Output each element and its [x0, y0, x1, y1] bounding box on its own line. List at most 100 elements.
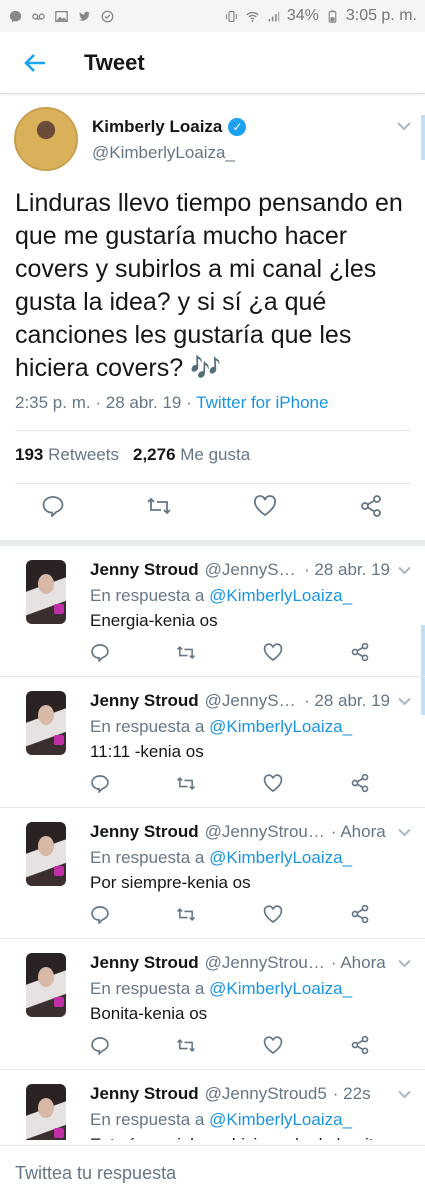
reply-author-name[interactable]: Jenny Stroud: [90, 1084, 199, 1104]
retweet-button[interactable]: [176, 1035, 196, 1055]
reply-author-handle[interactable]: @JennySt…: [205, 560, 298, 580]
reply-avatar[interactable]: [26, 953, 66, 1017]
author-avatar[interactable]: [14, 107, 78, 171]
likes-label: Me gusta: [180, 445, 251, 464]
likes-count: 2,276: [132, 445, 176, 464]
reply-menu-chevron-icon[interactable]: [398, 566, 411, 575]
like-button[interactable]: [252, 493, 278, 519]
reply-button[interactable]: [90, 1035, 110, 1055]
reply-to-handle-link[interactable]: @KimberlyLoaiza_: [209, 979, 352, 998]
reply-avatar[interactable]: [26, 560, 66, 624]
share-icon: [351, 1035, 369, 1055]
reply-button[interactable]: [90, 773, 110, 793]
retweet-button[interactable]: [146, 493, 172, 519]
reply-context: En respuesta a @KimberlyLoaiza_: [90, 717, 352, 737]
reply-avatar[interactable]: [26, 1084, 66, 1140]
retweet-icon: [147, 497, 171, 515]
reply-tweet[interactable]: Jenny Stroud @JennyStroud5 · 22s En resp…: [0, 1070, 425, 1140]
reply-author-name[interactable]: Jenny Stroud: [90, 691, 199, 711]
share-icon: [361, 495, 381, 517]
gallery-icon: [55, 10, 68, 22]
reply-icon: [42, 496, 64, 517]
like-button[interactable]: [263, 642, 283, 662]
scrollbar[interactable]: [421, 115, 425, 160]
reply-menu-chevron-icon[interactable]: [398, 959, 411, 968]
reply-prefix: En respuesta a: [90, 717, 205, 736]
back-button[interactable]: [18, 46, 52, 80]
tweet-text: Linduras llevo tiempo pensando en que me…: [15, 189, 403, 382]
reply-prefix: En respuesta a: [90, 979, 205, 998]
reply-author-name[interactable]: Jenny Stroud: [90, 822, 199, 842]
author-handle[interactable]: @KimberlyLoaiza_: [92, 143, 246, 163]
status-bar: 34% 3:05 p. m.: [0, 0, 425, 32]
messenger-icon: [9, 10, 22, 22]
reply-author-handle[interactable]: @JennyStroud5: [205, 1084, 327, 1104]
reply-time: · 28 abr. 19: [303, 691, 390, 710]
avatar-badge: [54, 997, 64, 1007]
reply-text: Por siempre-kenia os: [90, 873, 251, 892]
like-button[interactable]: [263, 1035, 283, 1055]
reply-context: En respuesta a @KimberlyLoaiza_: [90, 1110, 352, 1130]
reply-actions: [0, 1035, 425, 1057]
reply-prefix: En respuesta a: [90, 586, 205, 605]
share-button[interactable]: [350, 773, 370, 793]
reply-text: Estaría genial que hicieras la de bonita: [90, 1135, 383, 1140]
reply-to-handle-link[interactable]: @KimberlyLoaiza_: [209, 717, 352, 736]
share-button[interactable]: [350, 904, 370, 924]
reply-author-name[interactable]: Jenny Stroud: [90, 953, 199, 973]
retweet-icon: [176, 1038, 196, 1052]
likes-stat[interactable]: 2,276 Me gusta: [133, 445, 250, 465]
reply-author-handle[interactable]: @JennySt…: [205, 691, 298, 711]
wifi-icon: [246, 11, 259, 22]
compose-placeholder: Twittea tu respuesta: [15, 1162, 177, 1183]
tweet-source-link[interactable]: Twitter for iPhone: [196, 393, 328, 412]
reply-tweet[interactable]: Jenny Stroud @JennyStrou… · Ahora En res…: [0, 939, 425, 1070]
reply-button[interactable]: [90, 904, 110, 924]
tweet-actions: [0, 493, 425, 523]
reply-actions: [0, 773, 425, 795]
reply-to-handle-link[interactable]: @KimberlyLoaiza_: [209, 1110, 352, 1129]
avatar-face: [38, 574, 54, 594]
reply-menu-chevron-icon[interactable]: [398, 828, 411, 837]
tweet-date: 28 abr. 19: [105, 393, 182, 412]
retweet-button[interactable]: [176, 773, 196, 793]
like-button[interactable]: [263, 904, 283, 924]
reply-context: En respuesta a @KimberlyLoaiza_: [90, 848, 352, 868]
author-name[interactable]: Kimberly Loaiza: [92, 117, 222, 137]
reply-actions: [0, 642, 425, 664]
reply-author-handle[interactable]: @JennyStrou…: [205, 953, 325, 973]
share-button[interactable]: [350, 642, 370, 662]
reply-tweet[interactable]: Jenny Stroud @JennyStrou… · Ahora En res…: [0, 808, 425, 939]
reply-context: En respuesta a @KimberlyLoaiza_: [90, 586, 352, 606]
tweet-menu-chevron-icon[interactable]: [397, 121, 411, 131]
share-button[interactable]: [358, 493, 384, 519]
retweets-stat[interactable]: 193 Retweets: [15, 445, 119, 465]
retweets-label: Retweets: [48, 445, 119, 464]
reply-menu-chevron-icon[interactable]: [398, 697, 411, 706]
reply-to-handle-link[interactable]: @KimberlyLoaiza_: [209, 848, 352, 867]
reply-compose-input[interactable]: Twittea tu respuesta: [0, 1145, 425, 1200]
reply-time: · Ahora: [330, 953, 386, 972]
heart-icon: [254, 495, 276, 517]
like-button[interactable]: [263, 773, 283, 793]
share-button[interactable]: [350, 1035, 370, 1055]
reply-menu-chevron-icon[interactable]: [398, 1090, 411, 1099]
verified-badge-icon: ✓: [228, 118, 247, 136]
reply-button[interactable]: [90, 642, 110, 662]
reply-author-name[interactable]: Jenny Stroud: [90, 560, 199, 580]
retweet-button[interactable]: [176, 904, 196, 924]
battery-percent: 34%: [286, 7, 319, 24]
reply-tweet[interactable]: Jenny Stroud @JennySt… · 28 abr. 19 En r…: [0, 677, 425, 808]
reply-avatar[interactable]: [26, 691, 66, 755]
reply-tweet[interactable]: Jenny Stroud @JennySt… · 28 abr. 19 En r…: [0, 546, 425, 677]
reply-avatar[interactable]: [26, 822, 66, 886]
tweet-author[interactable]: Kimberly Loaiza ✓ @KimberlyLoaiza_: [14, 107, 247, 171]
reply-author-handle[interactable]: @JennyStrou…: [205, 822, 325, 842]
reply-to-handle-link[interactable]: @KimberlyLoaiza_: [209, 586, 352, 605]
retweet-button[interactable]: [176, 642, 196, 662]
reply-prefix: En respuesta a: [90, 1110, 205, 1129]
avatar-badge: [54, 735, 64, 745]
meta-separator: ·: [95, 393, 106, 412]
reply-actions: [0, 904, 425, 926]
reply-button[interactable]: [40, 493, 66, 519]
